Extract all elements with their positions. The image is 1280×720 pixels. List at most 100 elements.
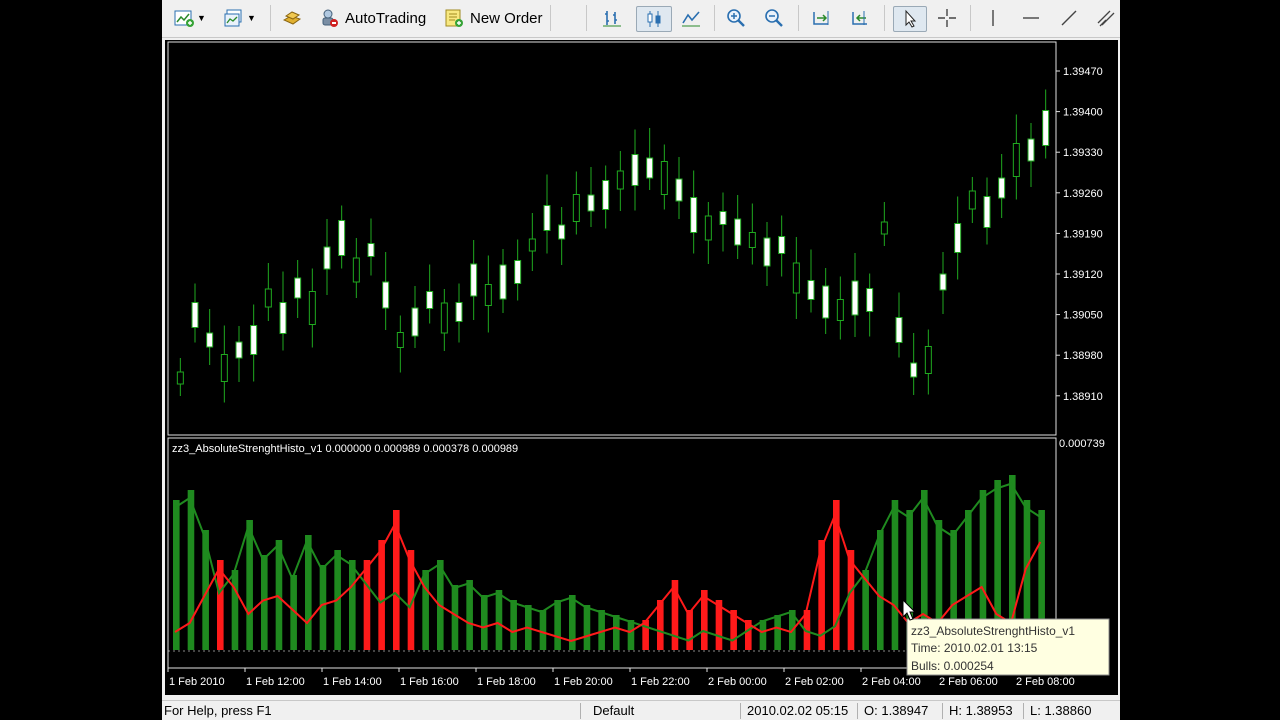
zoom-out-button[interactable] bbox=[764, 6, 784, 30]
chart-canvas[interactable]: 1.39470 1.39400 1.39330 1.39260 1.39190 1.391… bbox=[165, 40, 1118, 695]
auto-scroll-button[interactable] bbox=[811, 6, 831, 30]
autotrading-button[interactable]: AutoTrading bbox=[319, 6, 426, 30]
line-chart-button[interactable] bbox=[681, 6, 701, 30]
chart-shift-button[interactable] bbox=[850, 6, 870, 30]
time-label: 2 Feb 06:00 bbox=[939, 676, 998, 688]
vertical-line-button[interactable] bbox=[983, 6, 1003, 30]
autotrading-label: AutoTrading bbox=[345, 9, 427, 27]
bar-chart-button[interactable] bbox=[602, 6, 622, 30]
candle-body bbox=[528, 238, 536, 252]
histogram-bar bbox=[246, 520, 253, 650]
histogram-bar bbox=[173, 500, 180, 650]
candlesticks-icon bbox=[647, 11, 661, 27]
indicator-scale-top: 0.000739 bbox=[1059, 438, 1105, 450]
price-chart-panel bbox=[176, 89, 1050, 403]
new-chart-icon bbox=[174, 10, 194, 27]
horizontal-line-button[interactable] bbox=[1021, 6, 1041, 30]
candle-body bbox=[646, 157, 654, 179]
candle-body bbox=[558, 224, 566, 240]
status-divider bbox=[1023, 703, 1024, 719]
time-label: 2 Feb 02:00 bbox=[785, 676, 844, 688]
candle-body bbox=[631, 154, 639, 186]
price-chart-border bbox=[167, 41, 1057, 436]
status-bar: For Help, press F1 Default 2010.02.02 05… bbox=[162, 700, 1120, 720]
histogram-bar bbox=[305, 535, 312, 650]
candle-body bbox=[792, 262, 800, 294]
candle-body bbox=[675, 178, 683, 202]
tooltip-title: zz3_AbsoluteStrenghtHisto_v1 bbox=[911, 624, 1075, 638]
time-label: 1 Feb 12:00 bbox=[246, 676, 305, 688]
candle-body bbox=[822, 285, 830, 319]
channel-button[interactable] bbox=[1096, 6, 1116, 30]
zoom-in-button[interactable] bbox=[726, 6, 746, 30]
time-label: 1 Feb 14:00 bbox=[323, 676, 382, 688]
toolbar-separator bbox=[550, 5, 551, 31]
candle-body bbox=[851, 280, 859, 316]
profiles-icon bbox=[224, 9, 242, 27]
candle-body bbox=[1012, 143, 1020, 177]
candle-body bbox=[470, 263, 478, 297]
auto-scroll-icon bbox=[813, 11, 829, 25]
candle-body bbox=[748, 232, 756, 248]
tooltip-time: Time: 2010.02.01 13:15 bbox=[911, 641, 1038, 655]
candle-body bbox=[866, 288, 874, 312]
candle-body bbox=[411, 307, 419, 337]
price-label: 1.38910 bbox=[1063, 391, 1103, 403]
time-label: 1 Feb 18:00 bbox=[477, 676, 536, 688]
histogram-bar bbox=[422, 570, 429, 650]
status-profile[interactable]: Default bbox=[593, 701, 634, 720]
chevron-down-icon[interactable]: ▼ bbox=[197, 13, 206, 23]
status-datetime: 2010.02.02 05:15 bbox=[747, 703, 849, 718]
time-label: 2 Feb 08:00 bbox=[1016, 676, 1075, 688]
candle-body bbox=[352, 257, 360, 283]
candle-body bbox=[704, 215, 712, 241]
candle-body bbox=[308, 291, 316, 325]
time-label: 1 Feb 2010 bbox=[169, 676, 225, 688]
cursor-button[interactable] bbox=[893, 6, 927, 32]
candle-body bbox=[338, 220, 346, 256]
candle-body bbox=[367, 243, 375, 257]
metatrader-window: ▼ ▼ AutoTrading New Order 1.39470 1.3940… bbox=[162, 0, 1120, 720]
new-order-button[interactable]: New Order bbox=[444, 6, 543, 30]
candle-body bbox=[939, 273, 947, 291]
price-label: 1.39400 bbox=[1063, 107, 1103, 119]
candle-body bbox=[880, 221, 888, 235]
candle-body bbox=[719, 211, 727, 225]
candle-body bbox=[734, 218, 742, 246]
new-chart-button[interactable]: ▼ bbox=[174, 6, 206, 30]
candle-body bbox=[660, 161, 668, 195]
status-low: L: 1.38860 bbox=[1030, 703, 1092, 718]
autotrading-icon bbox=[322, 9, 338, 27]
candle-body bbox=[836, 299, 844, 321]
cursor-arrow-icon bbox=[905, 9, 917, 28]
time-label: 1 Feb 20:00 bbox=[554, 676, 613, 688]
histogram-bar bbox=[466, 580, 473, 650]
candle-body bbox=[323, 246, 331, 270]
candle-body bbox=[499, 264, 507, 300]
histogram-bar bbox=[686, 610, 693, 650]
candle-body bbox=[910, 362, 918, 378]
candle-body bbox=[895, 317, 903, 343]
market-watch-button[interactable] bbox=[282, 6, 302, 30]
candle-body bbox=[1027, 138, 1035, 162]
new-order-icon bbox=[445, 9, 463, 27]
histogram-bar bbox=[378, 540, 385, 650]
candle-body bbox=[998, 177, 1006, 199]
trendline-button[interactable] bbox=[1059, 6, 1079, 30]
time-label: 2 Feb 00:00 bbox=[708, 676, 767, 688]
candle-body bbox=[616, 170, 624, 190]
profiles-button[interactable]: ▼ bbox=[224, 6, 256, 30]
histogram-bar bbox=[583, 605, 591, 650]
candle-body bbox=[690, 197, 698, 233]
price-label: 1.39050 bbox=[1063, 310, 1103, 322]
status-high: H: 1.38953 bbox=[949, 703, 1013, 718]
candle-body bbox=[572, 194, 580, 222]
crosshair-button[interactable] bbox=[937, 6, 957, 30]
chart-window[interactable]: 1.39470 1.39400 1.39330 1.39260 1.39190 1.391… bbox=[165, 40, 1118, 695]
candle-body bbox=[250, 325, 258, 355]
candle-body bbox=[587, 194, 595, 212]
candlesticks-button[interactable] bbox=[636, 6, 672, 32]
histogram-bar bbox=[774, 615, 781, 650]
chevron-down-icon[interactable]: ▼ bbox=[247, 13, 256, 23]
candle-body bbox=[1042, 110, 1050, 146]
